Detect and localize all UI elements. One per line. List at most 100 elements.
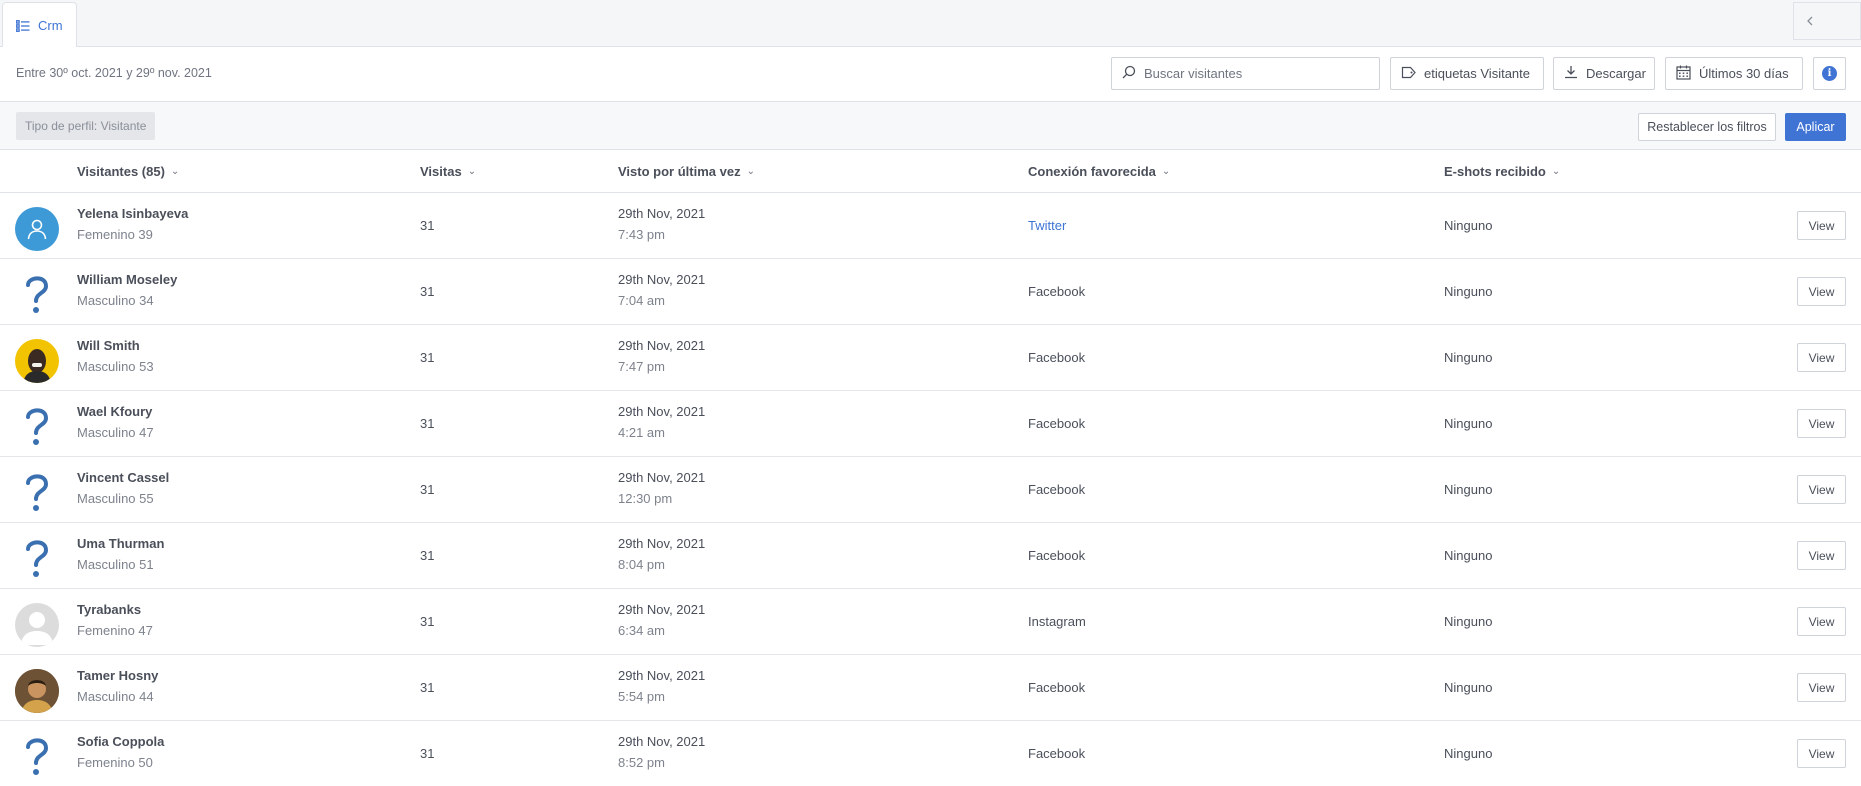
- default-user-icon: [15, 603, 59, 647]
- last-seen-time: 8:52 pm: [618, 755, 665, 770]
- download-button[interactable]: Descargar: [1553, 57, 1655, 90]
- view-button[interactable]: View: [1797, 607, 1846, 636]
- last-seen-time: 4:21 am: [618, 425, 665, 440]
- chevron-down-icon: ⌄: [746, 165, 755, 177]
- column-header-label: Conexión favorecida: [1028, 163, 1156, 179]
- visitor-name[interactable]: Will Smith: [77, 338, 140, 353]
- table-row: William Moseley Masculino 34 31 29th Nov…: [0, 259, 1861, 325]
- visitor-name[interactable]: Sofia Coppola: [77, 734, 164, 749]
- calendar-icon: [1676, 65, 1691, 83]
- visitor-name[interactable]: Uma Thurman: [77, 536, 164, 551]
- view-button[interactable]: View: [1797, 739, 1846, 768]
- date-range-text: Entre 30º oct. 2021 y 29º nov. 2021: [16, 66, 212, 80]
- visits-count: 31: [420, 548, 435, 563]
- visits-count: 31: [420, 482, 435, 497]
- favorite-connection: Facebook: [1028, 482, 1086, 497]
- view-button[interactable]: View: [1797, 541, 1846, 570]
- filter-bar: Tipo de perfil: Visitante Restablecer lo…: [0, 102, 1861, 150]
- column-header-label: E-shots recibido: [1444, 163, 1546, 179]
- search-input[interactable]: Buscar visitantes: [1111, 57, 1380, 90]
- last-seen-time: 5:54 pm: [618, 689, 665, 704]
- table-row: Vincent Cassel Masculino 55 31 29th Nov,…: [0, 457, 1861, 523]
- eshots-received: Ninguno: [1444, 548, 1493, 563]
- chevron-down-icon: ⌄: [1551, 165, 1561, 177]
- favorite-connection-link[interactable]: Twitter: [1028, 218, 1066, 233]
- list-icon: [16, 19, 30, 32]
- visitor-name[interactable]: Wael Kfoury: [77, 404, 152, 419]
- info-button[interactable]: i: [1813, 57, 1846, 90]
- visitor-name[interactable]: Tamer Hosny: [77, 668, 158, 683]
- user-icon: [15, 207, 59, 251]
- table-row: Tyrabanks Femenino 47 31 29th Nov, 2021 …: [0, 589, 1861, 655]
- profile-type-filter-chip[interactable]: Tipo de perfil: Visitante: [16, 112, 156, 140]
- view-button[interactable]: View: [1797, 409, 1846, 438]
- tab-crm[interactable]: Crm: [2, 2, 77, 48]
- column-header-visitors[interactable]: Visitantes (85) ⌄: [77, 150, 179, 192]
- search-placeholder: Buscar visitantes: [1144, 66, 1243, 81]
- avatar-photo: [15, 669, 59, 713]
- search-icon: [1122, 65, 1136, 82]
- visitor-name[interactable]: William Moseley: [77, 272, 177, 287]
- last-seen-time: 7:47 pm: [618, 359, 665, 374]
- last-seen-date: 29th Nov, 2021: [618, 470, 706, 485]
- avatar-photo: [15, 339, 59, 383]
- table-row: Will Smith Masculino 53 31 29th Nov, 202…: [0, 325, 1861, 391]
- view-button[interactable]: View: [1797, 277, 1846, 306]
- favorite-connection: Facebook: [1028, 284, 1086, 299]
- table-row: Wael Kfoury Masculino 47 31 29th Nov, 20…: [0, 391, 1861, 457]
- table-row: Uma Thurman Masculino 51 31 29th Nov, 20…: [0, 523, 1861, 589]
- last-seen-date: 29th Nov, 2021: [618, 734, 706, 749]
- last-seen-date: 29th Nov, 2021: [618, 206, 706, 221]
- view-button[interactable]: View: [1797, 475, 1846, 504]
- column-header-eshots[interactable]: E-shots recibido ⌄: [1444, 150, 1560, 192]
- last-seen-date: 29th Nov, 2021: [618, 272, 706, 287]
- visitor-name[interactable]: Tyrabanks: [77, 602, 141, 617]
- last-seen-time: 7:43 pm: [618, 227, 665, 242]
- visits-count: 31: [420, 416, 435, 431]
- collapse-panel-button[interactable]: [1793, 2, 1861, 40]
- column-header-last-seen[interactable]: Visto por última vez ⌄: [618, 150, 755, 192]
- last-seen-time: 8:04 pm: [618, 557, 665, 572]
- question-icon: [15, 471, 59, 515]
- table-row: Tamer Hosny Masculino 44 31 29th Nov, 20…: [0, 655, 1861, 721]
- reset-filters-button[interactable]: Restablecer los filtros: [1638, 113, 1776, 141]
- visits-count: 31: [420, 218, 435, 233]
- toolbar: Entre 30º oct. 2021 y 29º nov. 2021 Busc…: [0, 47, 1861, 102]
- visitor-gender-age: Masculino 34: [77, 293, 154, 308]
- visitor-gender-age: Masculino 55: [77, 491, 154, 506]
- column-header-connection[interactable]: Conexión favorecida ⌄: [1028, 150, 1170, 192]
- download-icon: [1564, 65, 1578, 82]
- question-icon: [15, 273, 59, 317]
- last-seen-date: 29th Nov, 2021: [618, 404, 706, 419]
- visitor-gender-age: Masculino 44: [77, 689, 154, 704]
- view-button[interactable]: View: [1797, 211, 1846, 240]
- visitor-gender-age: Femenino 47: [77, 623, 153, 638]
- apply-button[interactable]: Aplicar: [1785, 113, 1846, 141]
- view-button[interactable]: View: [1797, 343, 1846, 372]
- last-seen-date: 29th Nov, 2021: [618, 668, 706, 683]
- tab-label: Crm: [38, 18, 63, 33]
- visitor-name[interactable]: Vincent Cassel: [77, 470, 169, 485]
- column-header-visits[interactable]: Visitas ⌄: [420, 150, 476, 192]
- last-seen-date: 29th Nov, 2021: [618, 338, 706, 353]
- column-header-label: Visto por última vez: [618, 163, 741, 179]
- date-range-picker[interactable]: Últimos 30 días: [1665, 57, 1803, 90]
- favorite-connection: Facebook: [1028, 680, 1086, 695]
- info-icon: i: [1822, 66, 1837, 81]
- eshots-received: Ninguno: [1444, 680, 1493, 695]
- visits-count: 31: [420, 350, 435, 365]
- question-icon: [15, 537, 59, 581]
- visitor-gender-age: Femenino 39: [77, 227, 153, 242]
- visitor-gender-age: Masculino 47: [77, 425, 154, 440]
- eshots-received: Ninguno: [1444, 350, 1493, 365]
- visitor-tags-button[interactable]: etiquetas Visitante: [1390, 57, 1544, 90]
- favorite-connection: Facebook: [1028, 548, 1086, 563]
- eshots-received: Ninguno: [1444, 482, 1493, 497]
- visitor-gender-age: Femenino 50: [77, 755, 153, 770]
- chevron-down-icon: ⌄: [467, 165, 477, 177]
- visitor-gender-age: Masculino 53: [77, 359, 154, 374]
- question-icon: [15, 735, 59, 779]
- visitor-name[interactable]: Yelena Isinbayeva: [77, 206, 188, 221]
- eshots-received: Ninguno: [1444, 614, 1493, 629]
- view-button[interactable]: View: [1797, 673, 1846, 702]
